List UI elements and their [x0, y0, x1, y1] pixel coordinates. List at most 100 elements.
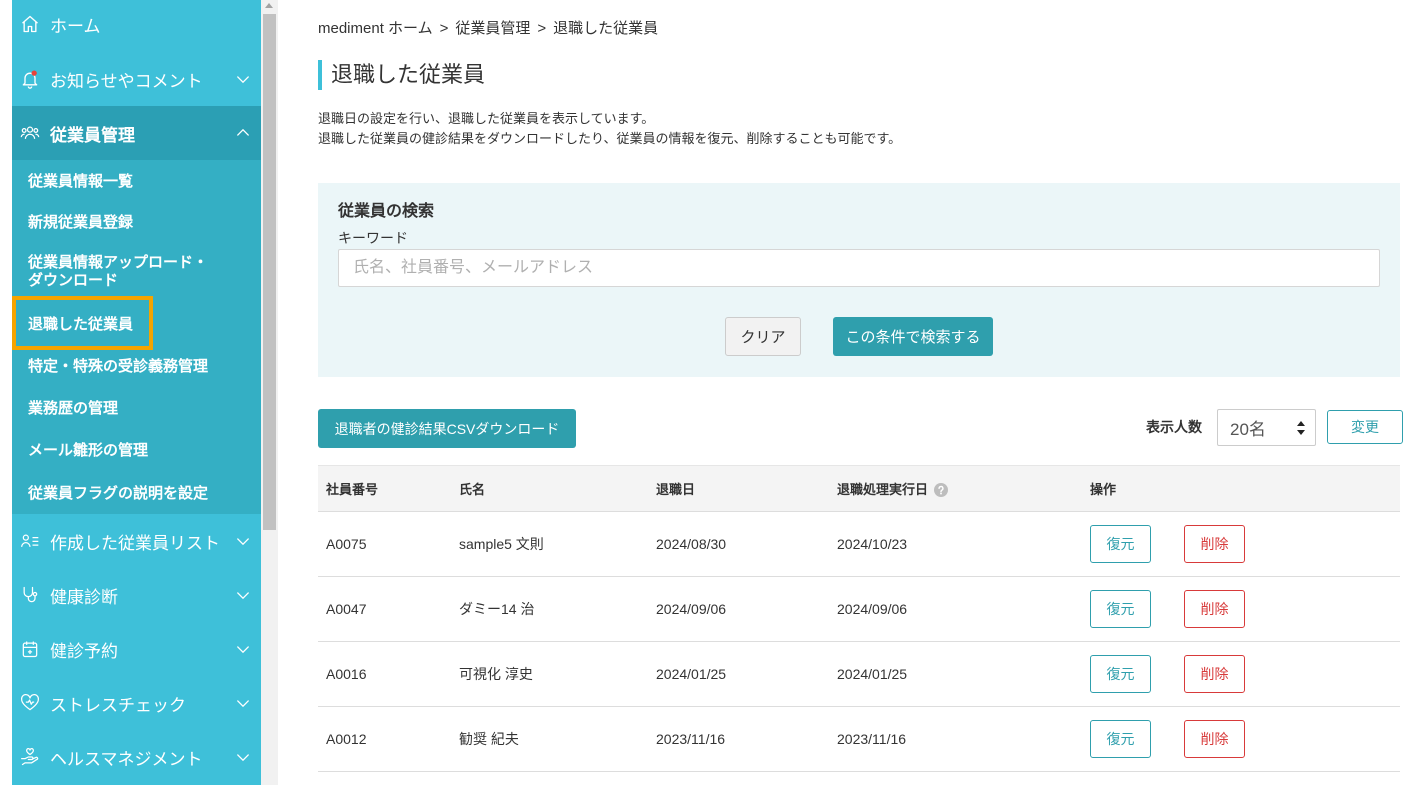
submenu-item-label: 従業員情報アップロード・ダウンロード — [28, 254, 209, 289]
scrollbar-thumb[interactable] — [263, 14, 276, 530]
sidebar-item-home[interactable]: ホーム — [12, 0, 261, 52]
submenu-item-upload-download[interactable]: 従業員情報アップロード・ダウンロード — [12, 242, 261, 302]
description-line: 退職日の設定を行い、退職した従業員を表示しています。 — [318, 111, 655, 126]
cell-retired-date: 2023/11/16 — [648, 706, 829, 772]
home-icon — [20, 14, 40, 34]
search-submit-button[interactable]: この条件で検索する — [833, 317, 993, 356]
heart-pulse-icon — [20, 693, 40, 713]
table-row: A0016 可視化 淳史 2024/01/25 2024/01/25 復元 削除 — [318, 641, 1400, 707]
hand-heart-icon — [20, 747, 40, 767]
cell-name: sample5 文則 — [451, 511, 648, 577]
sidebar: ホーム お知らせやコメント 従業員管理 従業員情報一覧 新規従業員登録 従業員情… — [12, 0, 261, 785]
cell-actions: 復元 削除 — [1082, 641, 1400, 707]
cell-employee-id: A0016 — [318, 641, 451, 707]
chevron-down-icon[interactable] — [235, 587, 251, 603]
csv-download-button[interactable]: 退職者の健診結果CSVダウンロード — [318, 409, 576, 448]
cell-employee-id: A0075 — [318, 511, 451, 577]
chevron-up-icon[interactable] — [235, 125, 251, 141]
sidebar-item-label: ヘルスマネジメント — [50, 749, 203, 769]
delete-button[interactable]: 削除 — [1184, 720, 1245, 758]
sidebar-item-employee-management[interactable]: 従業員管理 — [12, 106, 261, 160]
chevron-down-icon[interactable] — [235, 71, 251, 87]
restore-button[interactable]: 復元 — [1090, 590, 1151, 628]
people-icon — [20, 123, 40, 143]
submenu-item-new-employee[interactable]: 新規従業員登録 — [12, 200, 261, 242]
chevron-down-icon[interactable] — [235, 533, 251, 549]
delete-button[interactable]: 削除 — [1184, 590, 1245, 628]
table-row: A0075 sample5 文則 2024/08/30 2024/10/23 復… — [318, 511, 1400, 577]
cell-actions: 復元 削除 — [1082, 706, 1400, 772]
sidebar-item-health-checkup[interactable]: 健康診断 — [12, 568, 261, 622]
submenu-item-label: 従業員情報一覧 — [28, 172, 134, 190]
cell-processed-date: 2024/01/25 — [829, 641, 1082, 707]
chevron-down-icon[interactable] — [235, 641, 251, 657]
cell-retired-date: 2024/09/06 — [648, 576, 829, 642]
submenu-item-retired-employees[interactable]: 退職した従業員 — [12, 302, 261, 344]
breadcrumb-current: 退職した従業員 — [553, 20, 659, 37]
cell-actions: 復元 削除 — [1082, 511, 1400, 577]
delete-button[interactable]: 削除 — [1184, 525, 1245, 563]
submenu-item-label: 業務歴の管理 — [28, 399, 119, 417]
page-description: 退職日の設定を行い、退職した従業員を表示しています。 退職した従業員の健診結果を… — [318, 109, 901, 149]
breadcrumb: mediment ホーム > 従業員管理 > 退職した従業員 — [318, 19, 658, 39]
cell-processed-date: 2024/10/23 — [829, 511, 1082, 577]
per-page-change-button[interactable]: 変更 — [1327, 410, 1403, 444]
breadcrumb-link-employee-management[interactable]: 従業員管理 — [455, 20, 530, 37]
cell-name: 勧奨 紀夫 — [451, 706, 648, 772]
submenu-item-employee-list[interactable]: 従業員情報一覧 — [12, 160, 261, 200]
submenu-item-work-history[interactable]: 業務歴の管理 — [12, 386, 261, 428]
sidebar-item-label: 作成した従業員リスト — [50, 533, 220, 553]
cell-processed-date: 2024/09/06 — [829, 576, 1082, 642]
cell-retired-date: 2024/01/25 — [648, 641, 829, 707]
sidebar-item-notices[interactable]: お知らせやコメント — [12, 52, 261, 106]
cell-processed-date: 2023/11/16 — [829, 706, 1082, 772]
column-header-name: 氏名 — [451, 465, 648, 512]
submenu-item-mail-templates[interactable]: メール雛形の管理 — [12, 428, 261, 470]
breadcrumb-link-home[interactable]: mediment ホーム — [318, 20, 433, 37]
sidebar-item-label: ストレスチェック — [50, 695, 186, 715]
sidebar-item-health-management[interactable]: ヘルスマネジメント — [12, 730, 261, 784]
help-icon[interactable] — [934, 482, 949, 497]
table-row: A0012 勧奨 紀夫 2023/11/16 2023/11/16 復元 削除 — [318, 706, 1400, 772]
submenu-item-exam-obligation[interactable]: 特定・特殊の受診義務管理 — [12, 344, 261, 386]
column-header-actions: 操作 — [1082, 465, 1400, 512]
per-page-select[interactable]: 20名 — [1217, 409, 1316, 446]
main-content: mediment ホーム > 従業員管理 > 退職した従業員 退職した従業員 退職日の設… — [318, 0, 1403, 785]
column-header-label: 退職処理実行日 — [837, 482, 929, 497]
cell-name: ダミー14 治 — [451, 576, 648, 642]
sidebar-item-stress-check[interactable]: ストレスチェック — [12, 676, 261, 730]
sidebar-item-label: 健診予約 — [50, 641, 118, 661]
clear-button[interactable]: クリア — [725, 317, 801, 356]
description-line: 退職した従業員の健診結果をダウンロードしたり、従業員の情報を復元、削除することも… — [318, 131, 902, 146]
chevron-down-icon[interactable] — [235, 695, 251, 711]
restore-button[interactable]: 復元 — [1090, 525, 1151, 563]
restore-button[interactable]: 復元 — [1090, 720, 1151, 758]
retired-employees-table: 社員番号 氏名 退職日 退職処理実行日 操作 A0075 sample5 文則 … — [318, 465, 1400, 772]
restore-button[interactable]: 復元 — [1090, 655, 1151, 693]
select-updown-icon — [1297, 421, 1305, 435]
sidebar-item-label: ホーム — [50, 16, 101, 36]
delete-button[interactable]: 削除 — [1184, 655, 1245, 693]
chevron-down-icon[interactable] — [235, 749, 251, 765]
sidebar-item-label: 従業員管理 — [50, 125, 135, 145]
sidebar-scrollbar[interactable] — [261, 0, 278, 785]
scroll-up-arrow-icon[interactable] — [265, 3, 273, 8]
keyword-label: キーワード — [338, 230, 408, 246]
bell-icon — [20, 69, 40, 89]
column-header-retired-date: 退職日 — [648, 465, 829, 512]
keyword-search-input[interactable] — [338, 249, 1380, 287]
cell-name: 可視化 淳史 — [451, 641, 648, 707]
per-page-label: 表示人数 — [1146, 419, 1202, 435]
employee-search-panel: 従業員の検索 キーワード クリア この条件で検索する — [318, 183, 1400, 377]
breadcrumb-separator: > — [439, 20, 449, 37]
submenu-item-employee-flags[interactable]: 従業員フラグの説明を設定 — [12, 470, 261, 514]
calendar-icon — [20, 639, 40, 659]
cell-actions: 復元 削除 — [1082, 576, 1400, 642]
page-title: 退職した従業員 — [318, 60, 485, 90]
table-row: A0047 ダミー14 治 2024/09/06 2024/09/06 復元 削除 — [318, 576, 1400, 642]
sidebar-item-checkup-reservation[interactable]: 健診予約 — [12, 622, 261, 676]
breadcrumb-separator: > — [537, 20, 547, 37]
cell-retired-date: 2024/08/30 — [648, 511, 829, 577]
sidebar-item-employee-lists[interactable]: 作成した従業員リスト — [12, 514, 261, 568]
submenu-item-label: 従業員フラグの説明を設定 — [28, 484, 209, 502]
